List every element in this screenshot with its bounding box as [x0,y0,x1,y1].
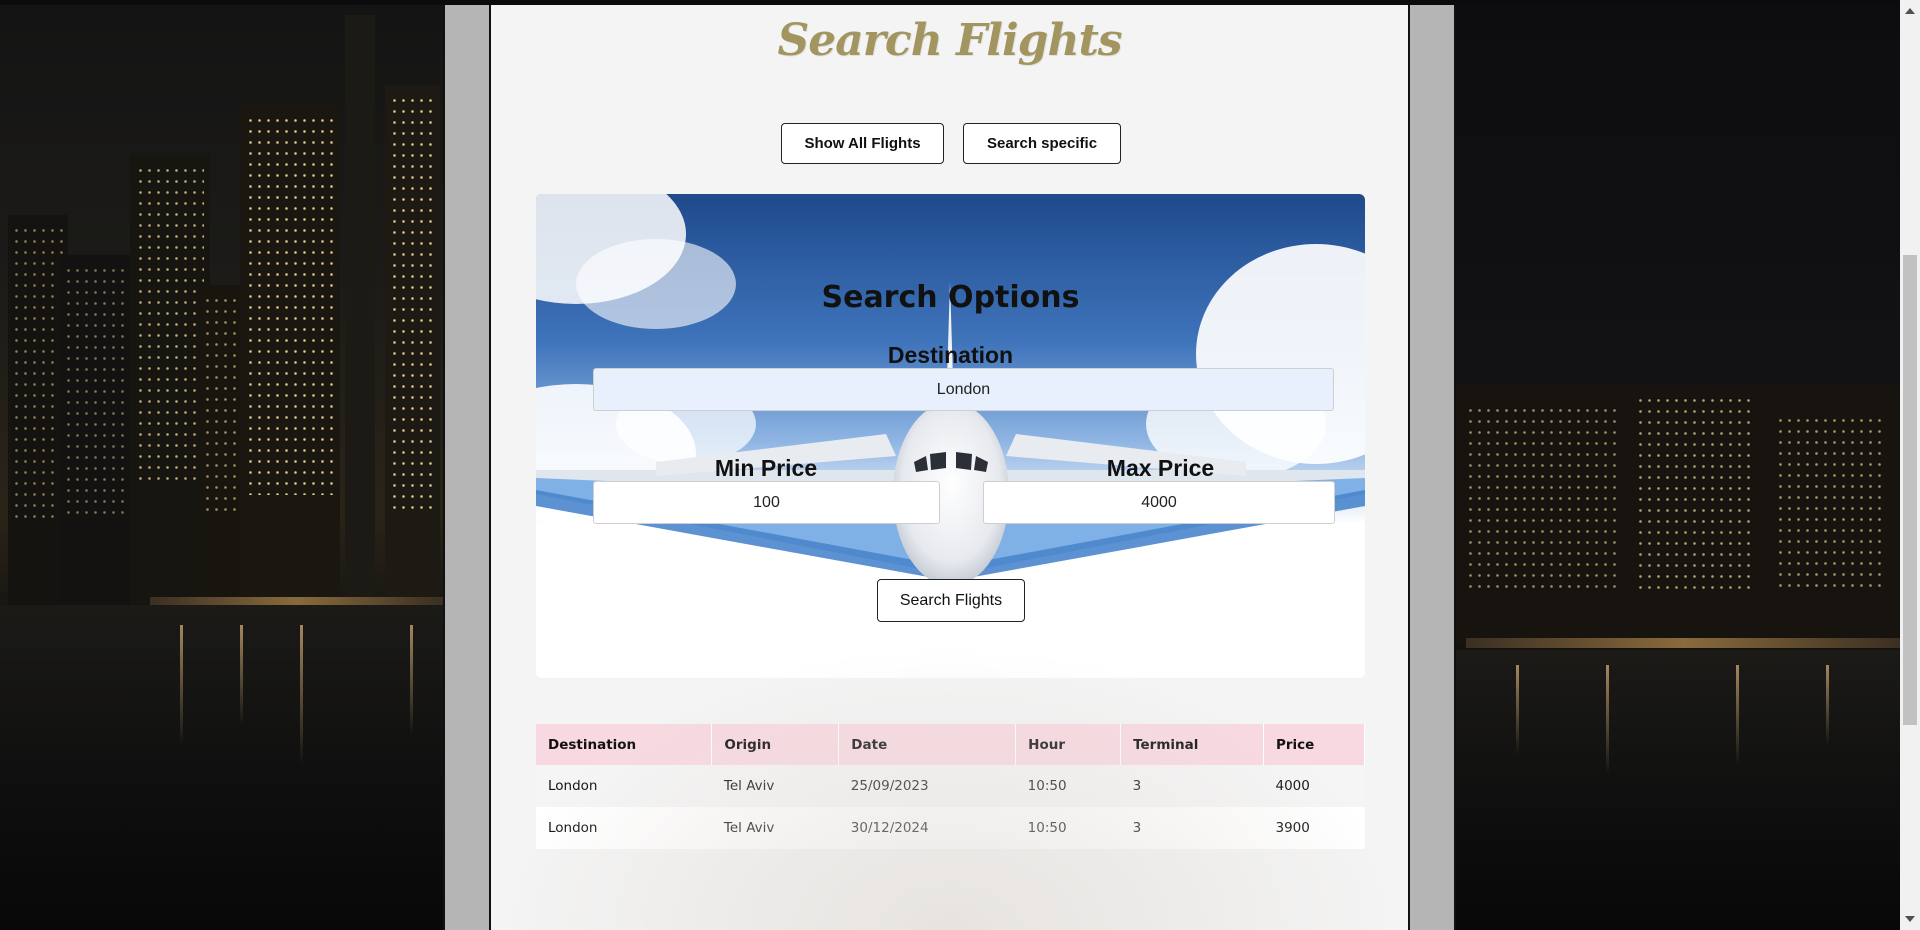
column-header-origin: Origin [711,724,840,765]
cell-origin: Tel Aviv [711,807,839,849]
column-header-price: Price [1263,724,1365,765]
scroll-up-icon[interactable] [1905,8,1915,14]
table-row: London Tel Aviv 25/09/2023 10:50 3 4000 [536,765,1365,807]
cell-price: 4000 [1263,765,1365,807]
cell-destination: London [536,807,712,849]
city-background-right [1456,5,1900,930]
column-header-hour: Hour [1015,724,1122,765]
max-price-label: Max Price [1106,455,1215,481]
scrollbar-thumb[interactable] [1903,255,1917,725]
cell-origin: Tel Aviv [711,765,839,807]
search-options-title: Search Options [821,280,1080,315]
table-header-row: Destination Origin Date Hour Terminal Pr… [536,724,1365,765]
cell-destination: London [536,765,712,807]
flights-results-table: Destination Origin Date Hour Terminal Pr… [536,724,1365,849]
cell-terminal: 3 [1120,807,1264,849]
max-price-input[interactable] [983,481,1335,524]
cell-terminal: 3 [1120,765,1264,807]
cell-hour: 10:50 [1015,765,1121,807]
column-header-terminal: Terminal [1120,724,1264,765]
cell-date: 25/09/2023 [838,765,1016,807]
main-panel: Search Flights Show All Flights Search s… [489,5,1410,930]
search-options-card: Search Options Destination Min Price Max… [536,194,1365,678]
table-row: London Tel Aviv 30/12/2024 10:50 3 3900 [536,807,1365,849]
cell-hour: 10:50 [1015,807,1121,849]
cell-date: 30/12/2024 [838,807,1016,849]
column-header-date: Date [838,724,1017,765]
scroll-down-icon[interactable] [1905,916,1915,922]
column-header-destination: Destination [536,724,713,765]
page-title: Search Flights [777,15,1122,66]
min-price-input[interactable] [593,481,940,524]
show-all-flights-button[interactable]: Show All Flights [781,123,944,164]
search-flights-submit-button[interactable]: Search Flights [877,579,1025,622]
side-strip-right [1410,5,1456,930]
destination-label: Destination [887,342,1014,368]
page-scrollbar[interactable] [1900,0,1920,930]
min-price-label: Min Price [714,455,818,481]
search-specific-button[interactable]: Search specific [963,123,1121,164]
side-strip-left [443,5,489,930]
city-background-left [0,5,443,930]
destination-input[interactable] [593,368,1334,411]
cell-price: 3900 [1263,807,1365,849]
